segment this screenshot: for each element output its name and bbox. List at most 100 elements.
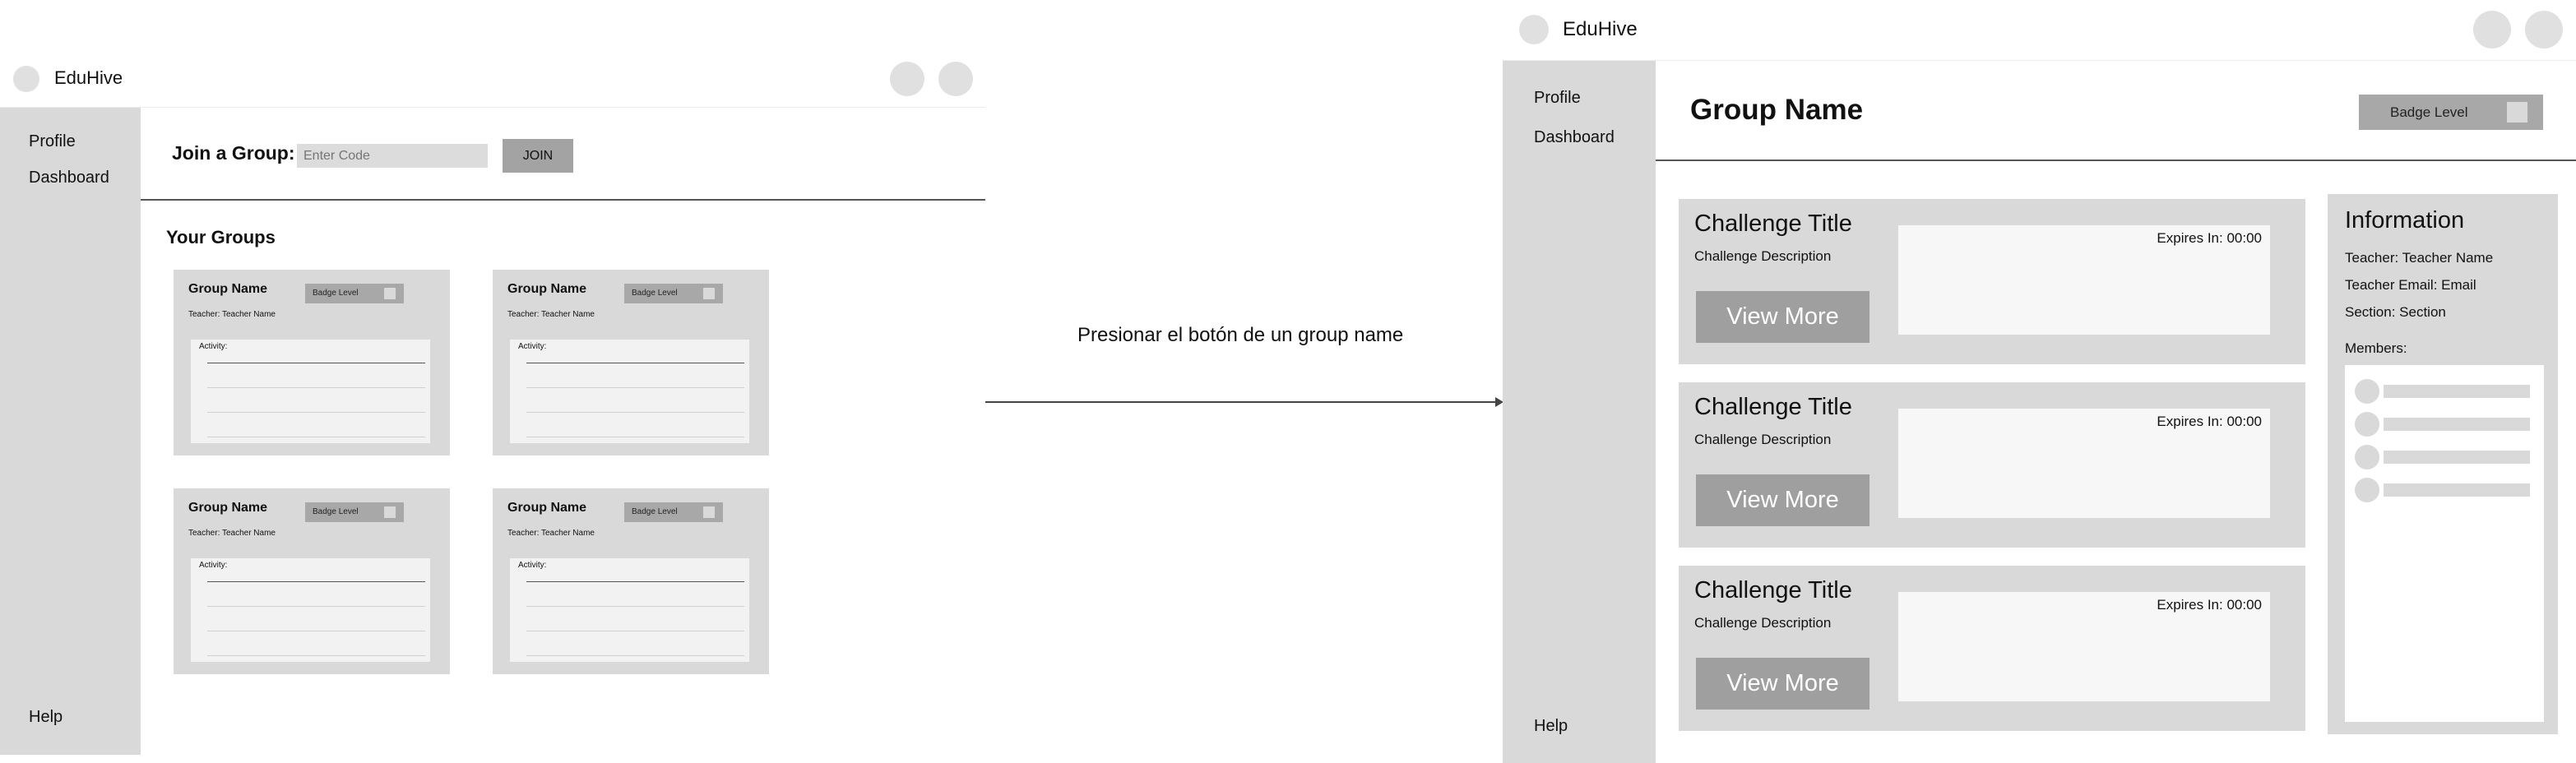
app-logo (13, 66, 39, 92)
members-label: Members: (2345, 340, 2407, 356)
header-icon-button[interactable] (890, 62, 924, 96)
activity-row (207, 655, 425, 656)
activity-box: Activity: (510, 558, 749, 662)
group-header-divider (1656, 160, 2576, 161)
view-more-button[interactable]: View More (1696, 474, 1869, 526)
header-avatar[interactable] (938, 62, 973, 96)
challenge-card: Challenge Title Challenge Description Vi… (1679, 566, 2305, 731)
view-more-button[interactable]: View More (1696, 291, 1869, 343)
teacher-name: Teacher: Teacher Name (2345, 250, 2494, 266)
activity-row (526, 387, 744, 388)
group-code-input[interactable] (297, 144, 488, 168)
activity-row (207, 387, 425, 388)
member-name-placeholder (2384, 418, 2530, 431)
badge-icon (2507, 102, 2527, 123)
app-logo (1519, 15, 1549, 44)
challenge-title: Challenge Title (1694, 210, 1852, 237)
group-name: Group Name (507, 501, 587, 515)
view-more-button[interactable]: View More (1696, 658, 1869, 710)
badge-level: Badge Level (624, 502, 723, 522)
group-card[interactable]: Group Name Badge Level Teacher: Teacher … (493, 488, 769, 674)
member-name-placeholder (2384, 385, 2530, 398)
left-screen: EduHive Profile Dashboard Help Join a Gr… (0, 49, 985, 755)
header-divider (1503, 60, 2576, 61)
challenge-preview: Expires In: 00:00 (1898, 409, 2270, 518)
activity-underline (207, 581, 425, 582)
badge-label: Badge Level (632, 289, 678, 298)
activity-box: Activity: (191, 558, 430, 662)
sidebar: Profile Dashboard Help (1503, 61, 1656, 763)
sidebar-item-help[interactable]: Help (1534, 717, 1568, 736)
challenge-description: Challenge Description (1694, 615, 1832, 631)
avatar (2355, 412, 2379, 437)
avatar (2355, 445, 2379, 469)
activity-box: Activity: (191, 340, 430, 443)
group-name-title: Group Name (1690, 94, 1864, 126)
badge-label: Badge Level (313, 289, 359, 298)
badge-level: Badge Level (2359, 95, 2543, 130)
activity-label: Activity: (199, 561, 228, 570)
badge-level: Badge Level (305, 502, 404, 522)
group-name: Group Name (507, 282, 587, 296)
join-label: Join a Group: (172, 142, 295, 164)
members-list (2345, 365, 2544, 722)
information-panel: Information Teacher: Teacher Name Teache… (2328, 194, 2558, 734)
group-card[interactable]: Group Name Badge Level Teacher: Teacher … (174, 488, 450, 674)
teacher-name: Teacher: Teacher Name (188, 529, 276, 538)
app-title: EduHive (54, 67, 123, 88)
activity-box: Activity: (510, 340, 749, 443)
information-heading: Information (2345, 207, 2465, 234)
transition-label: Presionar el botón de un group name (1077, 324, 1404, 346)
challenge-title: Challenge Title (1694, 394, 1852, 420)
app-title: EduHive (1563, 18, 1638, 40)
badge-icon (703, 506, 715, 518)
activity-label: Activity: (518, 342, 547, 351)
challenge-description: Challenge Description (1694, 248, 1832, 264)
teacher-name: Teacher: Teacher Name (507, 529, 595, 538)
challenge-title: Challenge Title (1694, 577, 1852, 603)
sidebar-item-dashboard[interactable]: Dashboard (29, 169, 109, 187)
avatar (2355, 379, 2379, 404)
activity-row (526, 412, 744, 413)
activity-label: Activity: (199, 342, 228, 351)
challenge-description: Challenge Description (1694, 432, 1832, 447)
header-icon-button[interactable] (2473, 11, 2511, 49)
group-name: Group Name (188, 501, 268, 515)
header-avatar[interactable] (2525, 11, 2563, 49)
member-name-placeholder (2384, 451, 2530, 464)
challenge-card: Challenge Title Challenge Description Vi… (1679, 199, 2305, 364)
your-groups-heading: Your Groups (166, 227, 276, 247)
group-card[interactable]: Group Name Badge Level Teacher: Teacher … (493, 270, 769, 455)
join-button[interactable]: JOIN (503, 139, 573, 173)
sidebar-item-profile[interactable]: Profile (29, 132, 76, 151)
challenge-preview: Expires In: 00:00 (1898, 225, 2270, 335)
activity-underline (526, 581, 744, 582)
avatar (2355, 478, 2379, 502)
group-card[interactable]: Group Name Badge Level Teacher: Teacher … (174, 270, 450, 455)
sidebar-item-profile[interactable]: Profile (1534, 89, 1581, 108)
badge-level: Badge Level (305, 284, 404, 303)
teacher-name: Teacher: Teacher Name (507, 310, 595, 319)
activity-row (207, 606, 425, 607)
expires-label: Expires In: 00:00 (2157, 230, 2262, 246)
badge-icon (703, 288, 715, 299)
sidebar: Profile Dashboard Help (0, 108, 141, 755)
badge-level: Badge Level (624, 284, 723, 303)
activity-row (207, 412, 425, 413)
badge-icon (384, 506, 396, 518)
header-divider (0, 107, 985, 108)
join-divider (141, 199, 985, 201)
activity-row (526, 606, 744, 607)
badge-icon (384, 288, 396, 299)
transition-arrow-line (985, 401, 1497, 403)
group-name: Group Name (188, 282, 268, 296)
expires-label: Expires In: 00:00 (2157, 597, 2262, 613)
badge-label: Badge Level (2390, 104, 2468, 120)
sidebar-item-help[interactable]: Help (29, 708, 63, 727)
teacher-email: Teacher Email: Email (2345, 277, 2476, 293)
badge-label: Badge Level (313, 507, 359, 516)
activity-row (526, 655, 744, 656)
sidebar-item-dashboard[interactable]: Dashboard (1534, 128, 1615, 147)
expires-label: Expires In: 00:00 (2157, 414, 2262, 429)
challenge-card: Challenge Title Challenge Description Vi… (1679, 382, 2305, 548)
